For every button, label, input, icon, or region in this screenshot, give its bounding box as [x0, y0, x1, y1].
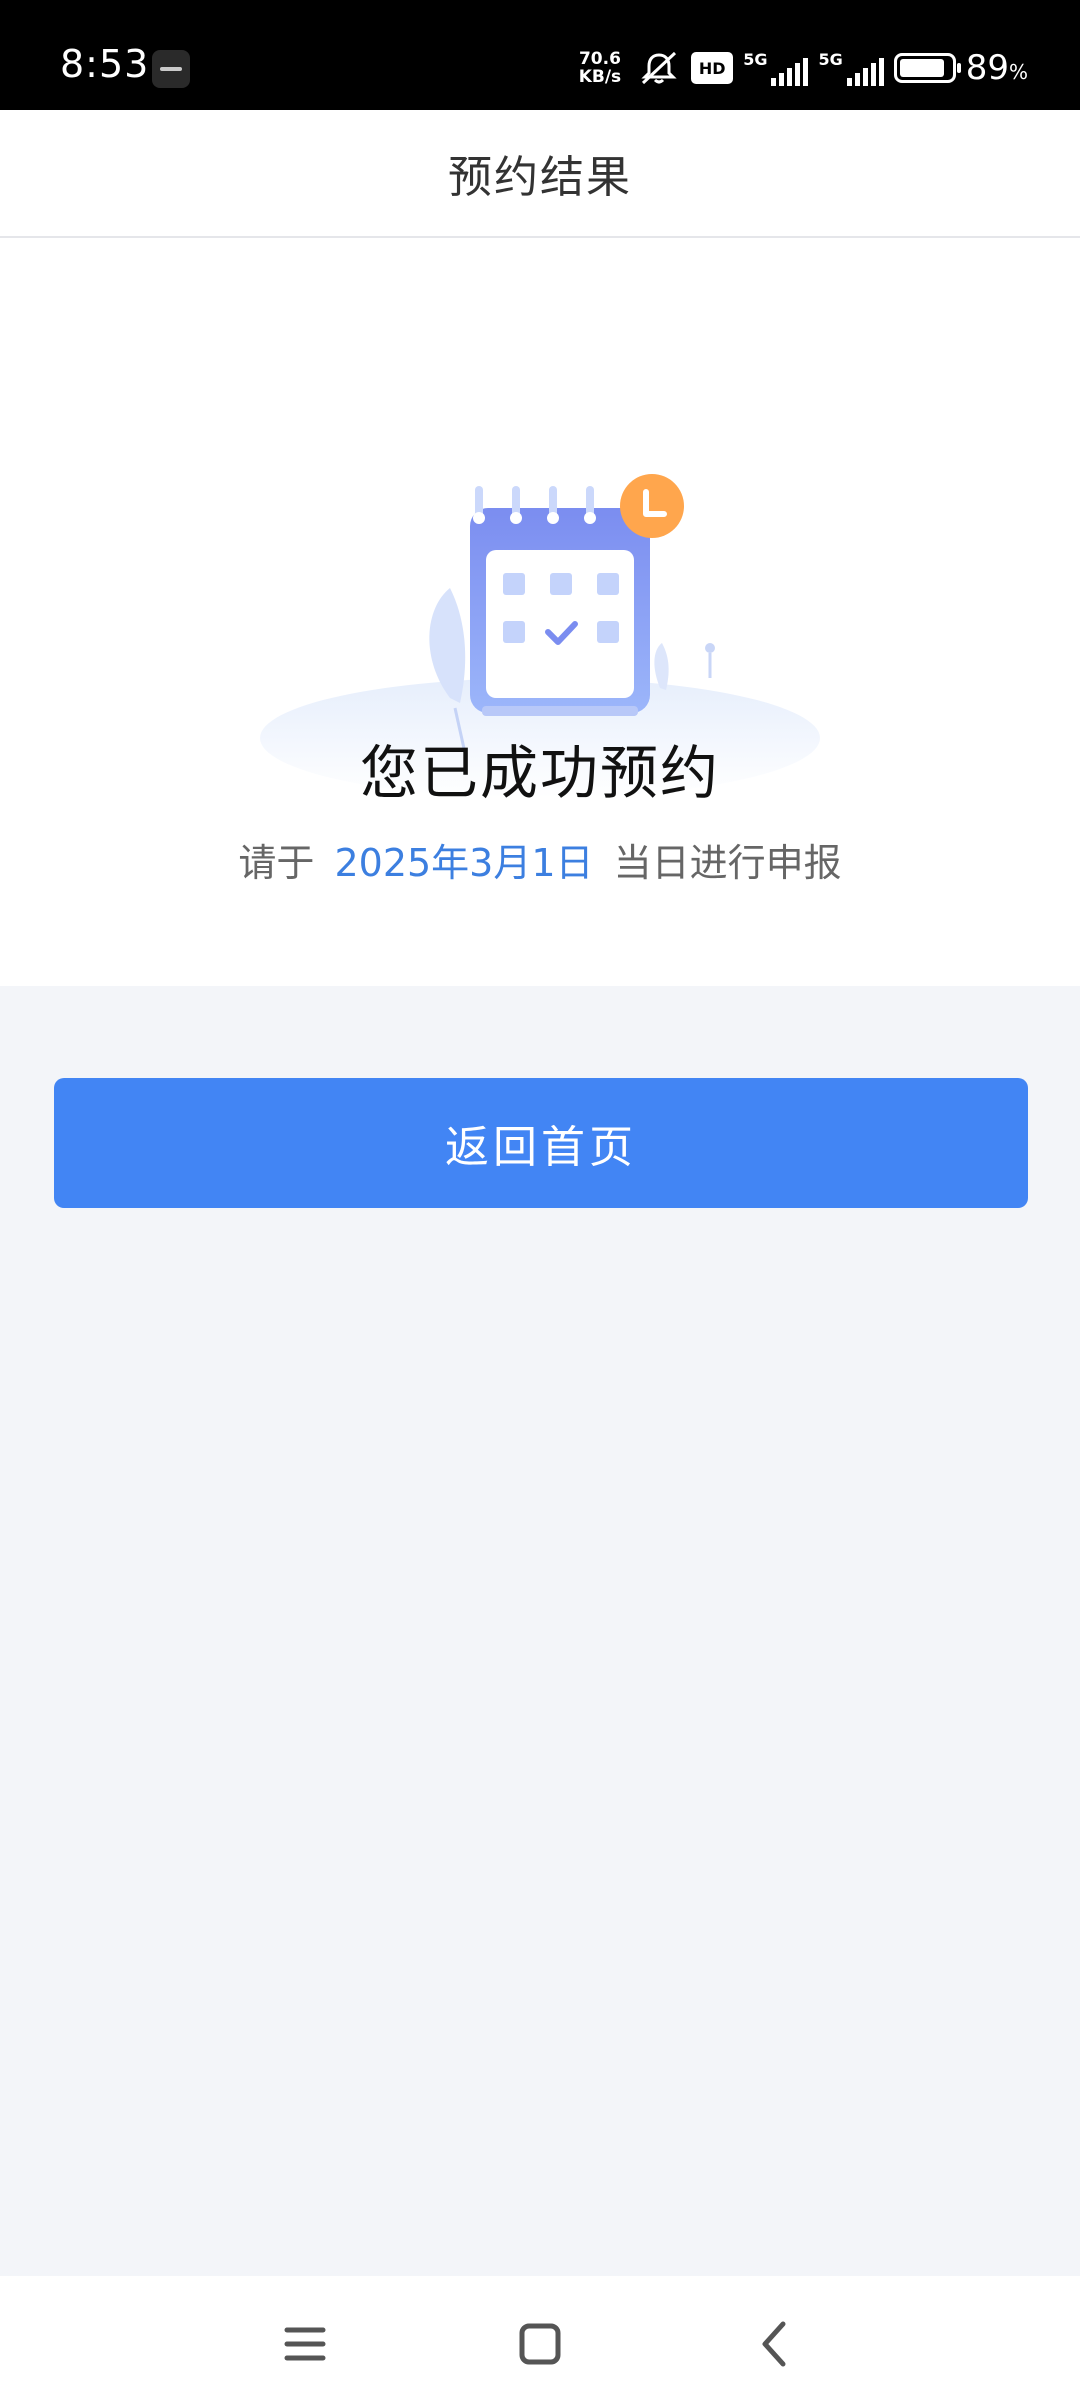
return-home-button[interactable]: 返回首页: [54, 1078, 1028, 1208]
home-icon[interactable]: [510, 2314, 570, 2374]
mute-bell-icon: [641, 51, 677, 85]
menu-icon[interactable]: [275, 2314, 335, 2374]
desc-prefix: 请于: [238, 841, 315, 885]
signal-icon: 5G: [818, 50, 884, 86]
hd-badge: HD: [691, 52, 734, 84]
battery-icon: [893, 53, 961, 83]
back-icon[interactable]: [745, 2314, 805, 2374]
success-description: 请于 2025年3月1日 当日进行申报: [0, 832, 1080, 887]
appointment-date: 2025年3月1日: [334, 841, 594, 885]
page-header: 预约结果: [0, 110, 1080, 238]
recorder-icon: [152, 50, 190, 88]
page-title: 预约结果: [448, 152, 632, 203]
status-indicators: 70.6 KB/s HD 5G 5G 89%: [579, 46, 1028, 90]
status-bar: 8:53 70.6 KB/s HD 5G 5G 89%: [0, 0, 1080, 110]
battery-percent: 89%: [965, 48, 1028, 88]
desc-suffix: 当日进行申报: [613, 841, 842, 885]
status-time: 8:53: [60, 42, 150, 86]
result-card: 您已成功预约 请于 2025年3月1日 当日进行申报: [0, 238, 1080, 986]
system-nav-bar: [0, 2276, 1080, 2400]
success-title: 您已成功预约: [359, 739, 720, 807]
network-speed: 70.6 KB/s: [578, 49, 622, 87]
signal-icon: 5G: [743, 50, 809, 86]
